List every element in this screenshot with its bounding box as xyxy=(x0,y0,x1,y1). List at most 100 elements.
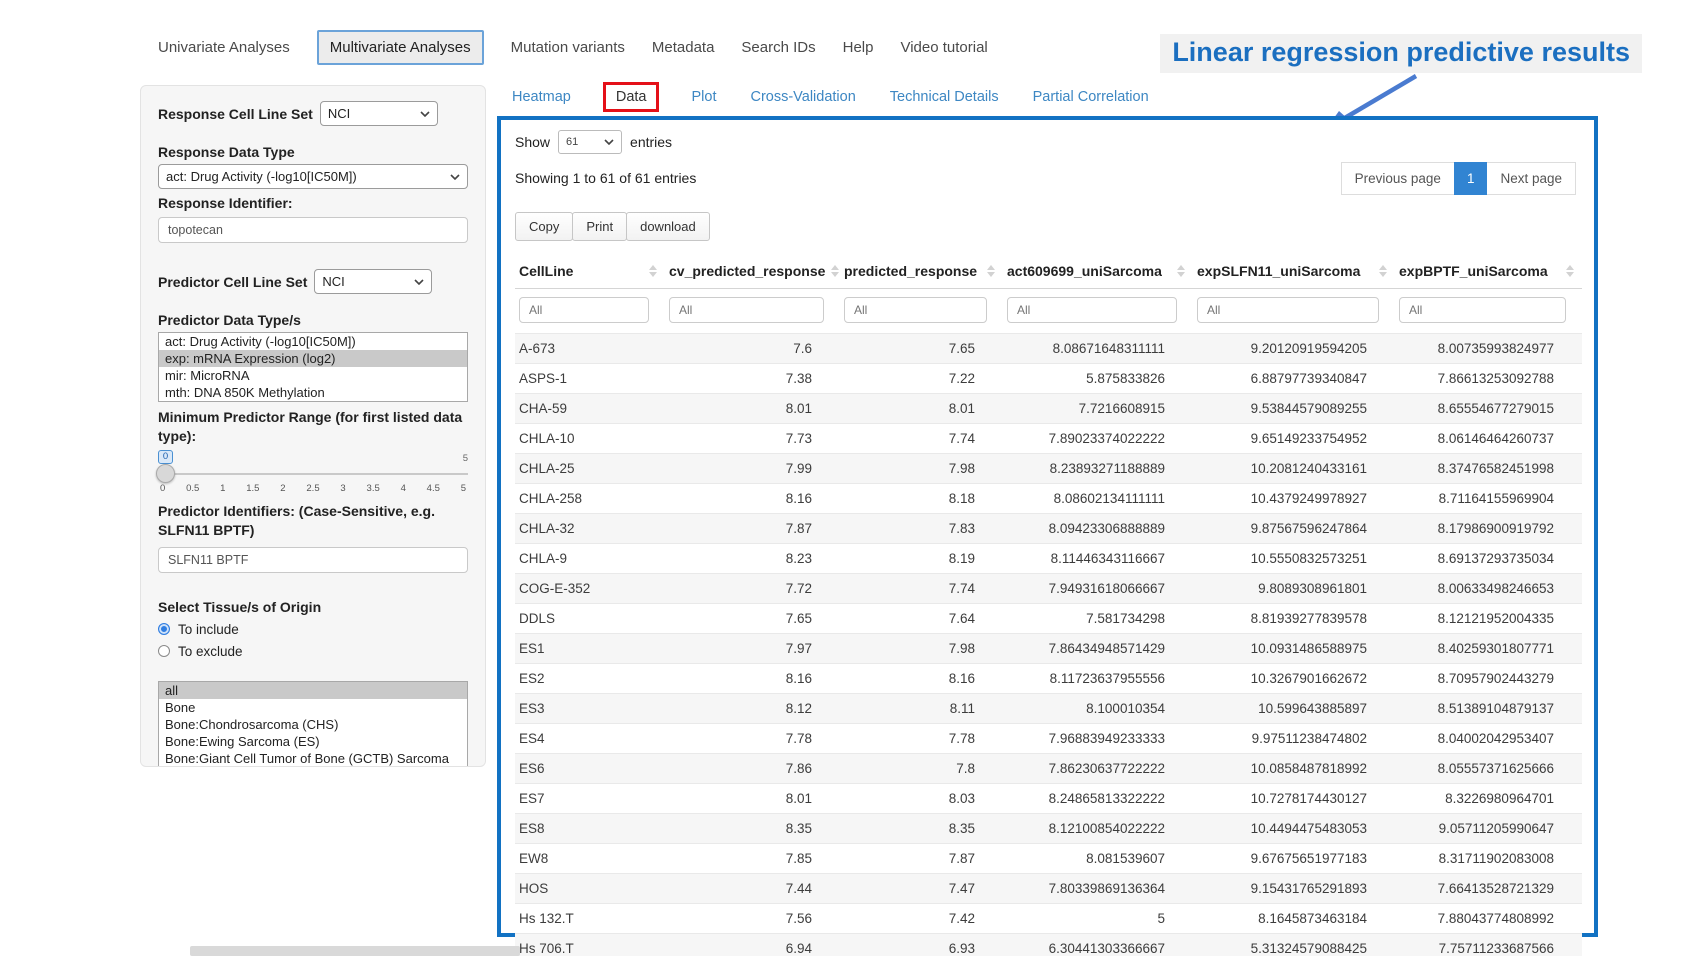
tissue-radio-to-include[interactable]: To include xyxy=(158,622,468,637)
cell-value: 8.12 xyxy=(665,694,840,724)
table-row[interactable]: DDLS7.657.647.5817342988.819392778395788… xyxy=(515,604,1582,634)
predictor-data-types-label: Predictor Data Type/s xyxy=(158,312,468,328)
table-row[interactable]: ES88.358.358.1210085402222210.4494475483… xyxy=(515,814,1582,844)
tab-cross-validation[interactable]: Cross-Validation xyxy=(750,89,855,105)
nav-item-metadata[interactable]: Metadata xyxy=(652,39,715,56)
column-header-cv-predicted-response[interactable]: cv_predicted_response xyxy=(665,255,840,289)
table-row[interactable]: COG-E-3527.727.747.949316180666679.80893… xyxy=(515,574,1582,604)
table-row[interactable]: ES17.977.987.8643494857142910.0931486588… xyxy=(515,634,1582,664)
table-row[interactable]: CHLA-327.877.838.094233068888899.8756759… xyxy=(515,514,1582,544)
cell-value: 9.53844579089255 xyxy=(1193,394,1395,424)
filter-input-act609699-unisarcoma[interactable] xyxy=(1007,297,1177,323)
response-identifier-input[interactable] xyxy=(158,217,468,243)
sort-icon[interactable] xyxy=(1379,265,1387,277)
sort-icon[interactable] xyxy=(649,265,657,277)
current-page-button[interactable]: 1 xyxy=(1454,162,1488,195)
previous-page-button[interactable]: Previous page xyxy=(1341,162,1454,195)
response-data-type-select[interactable]: act: Drug Activity (-log10[IC50M]) xyxy=(158,164,468,189)
cell-value: 7.83 xyxy=(840,514,1003,544)
table-row[interactable]: Hs 132.T7.567.4258.16458734631847.880437… xyxy=(515,904,1582,934)
slider-track[interactable] xyxy=(158,473,468,475)
cell-value: 8.11446343116667 xyxy=(1003,544,1193,574)
tissue-option-bone-ewing-sarcoma-es[interactable]: Bone:Ewing Sarcoma (ES) xyxy=(159,733,467,750)
predictor-identifiers-input[interactable] xyxy=(158,547,468,573)
predictor-data-types-listbox[interactable]: act: Drug Activity (-log10[IC50M])exp: m… xyxy=(158,332,468,402)
table-row[interactable]: CHLA-257.997.988.2389327118888910.208124… xyxy=(515,454,1582,484)
filter-input-predicted-response[interactable] xyxy=(844,297,987,323)
column-header-predicted-response[interactable]: predicted_response xyxy=(840,255,1003,289)
response-data-type-label: Response Data Type xyxy=(158,144,468,160)
cell-value: 10.0931486588975 xyxy=(1193,634,1395,664)
table-row[interactable]: ES28.168.168.1172363795555610.3267901662… xyxy=(515,664,1582,694)
sort-icon[interactable] xyxy=(831,265,839,277)
show-entries-select[interactable]: 61 xyxy=(558,130,622,154)
predictor-cell-line-set-select[interactable]: NCI xyxy=(314,269,432,294)
response-cell-line-set-select[interactable]: NCI xyxy=(320,101,438,126)
red-highlight-box: Data xyxy=(603,82,660,112)
tab-data[interactable]: Data xyxy=(616,89,647,105)
table-row[interactable]: ASPS-17.387.225.8758338266.8879773934084… xyxy=(515,364,1582,394)
nav-item-univariate-analyses[interactable]: Univariate Analyses xyxy=(158,39,290,56)
cell-value: 8.71164155969904 xyxy=(1395,484,1582,514)
sort-icon[interactable] xyxy=(1177,265,1185,277)
next-page-button[interactable]: Next page xyxy=(1487,162,1576,195)
cell-value: 8.01 xyxy=(665,784,840,814)
tab-technical-details[interactable]: Technical Details xyxy=(890,89,999,105)
table-row[interactable]: ES38.128.118.10001035410.5996438858978.5… xyxy=(515,694,1582,724)
cell-line-name: CHLA-32 xyxy=(515,514,665,544)
nav-item-mutation-variants[interactable]: Mutation variants xyxy=(511,39,625,56)
filter-input-expbptf-unisarcoma[interactable] xyxy=(1399,297,1566,323)
copy-button[interactable]: Copy xyxy=(515,212,573,241)
column-header-expslfn11-unisarcoma[interactable]: expSLFN11_uniSarcoma xyxy=(1193,255,1395,289)
table-row[interactable]: ES78.018.038.2486581332222210.7278174430… xyxy=(515,784,1582,814)
cell-line-name: ES1 xyxy=(515,634,665,664)
tissue-option-bone[interactable]: Bone xyxy=(159,699,467,716)
column-header-cellline[interactable]: CellLine xyxy=(515,255,665,289)
filter-input-cellline[interactable] xyxy=(519,297,649,323)
cell-value: 10.3267901662672 xyxy=(1193,664,1395,694)
nav-item-video-tutorial[interactable]: Video tutorial xyxy=(900,39,987,56)
tissue-option-bone-giant-cell-tumor-of-bone-gctb-sarcoma[interactable]: Bone:Giant Cell Tumor of Bone (GCTB) Sar… xyxy=(159,750,467,767)
sort-desc-arrow xyxy=(649,272,657,277)
predictor-type-option-exp-mrna-expression-log2[interactable]: exp: mRNA Expression (log2) xyxy=(159,350,467,367)
download-button[interactable]: download xyxy=(626,212,710,241)
table-row[interactable]: HOS7.447.477.803398691363649.15431765291… xyxy=(515,874,1582,904)
table-row[interactable]: CHLA-2588.168.188.0860213411111110.43792… xyxy=(515,484,1582,514)
cell-value: 7.65 xyxy=(665,604,840,634)
table-row[interactable]: EW87.857.878.0815396079.676756519771838.… xyxy=(515,844,1582,874)
nav-item-help[interactable]: Help xyxy=(843,39,874,56)
predictor-type-option-mir-microrna[interactable]: mir: MicroRNA xyxy=(159,367,467,384)
column-header-act609699-unisarcoma[interactable]: act609699_uniSarcoma xyxy=(1003,255,1193,289)
tissue-origin-radios: To include To exclude xyxy=(158,622,468,659)
table-row[interactable]: CHLA-98.238.198.1144634311666710.5550832… xyxy=(515,544,1582,574)
cell-value: 7.65 xyxy=(840,334,1003,364)
slider-handle[interactable] xyxy=(156,464,175,483)
predictor-type-option-act-drug-activity-log10-ic50m[interactable]: act: Drug Activity (-log10[IC50M]) xyxy=(159,333,467,350)
table-row[interactable]: Hs 706.T6.946.936.304413033666675.313245… xyxy=(515,934,1582,956)
cell-value: 7.72 xyxy=(665,574,840,604)
cell-value: 8.08602134111111 xyxy=(1003,484,1193,514)
table-row[interactable]: ES67.867.87.8623063772222210.08584878189… xyxy=(515,754,1582,784)
predictor-type-option-mth-dna-850k-methylation[interactable]: mth: DNA 850K Methylation xyxy=(159,384,467,401)
sort-icon[interactable] xyxy=(987,265,995,277)
print-button[interactable]: Print xyxy=(572,212,627,241)
table-row[interactable]: ES47.787.787.968839492333339.97511238474… xyxy=(515,724,1582,754)
sort-icon[interactable] xyxy=(1566,265,1574,277)
tissue-option-all[interactable]: all xyxy=(159,682,467,699)
table-row[interactable]: CHA-598.018.017.72166089159.538445790892… xyxy=(515,394,1582,424)
nav-item-search-ids[interactable]: Search IDs xyxy=(741,39,815,56)
show-entries-suffix: entries xyxy=(630,134,672,150)
filter-input-cv-predicted-response[interactable] xyxy=(669,297,824,323)
table-row[interactable]: CHLA-107.737.747.890233740222229.6514923… xyxy=(515,424,1582,454)
tissue-radio-to-exclude[interactable]: To exclude xyxy=(158,644,468,659)
tab-partial-correlation[interactable]: Partial Correlation xyxy=(1033,89,1149,105)
filter-cell-cv-predicted-response xyxy=(665,289,840,334)
nav-item-multivariate-analyses[interactable]: Multivariate Analyses xyxy=(317,30,484,65)
tab-heatmap[interactable]: Heatmap xyxy=(512,89,571,105)
tissue-origin-listbox[interactable]: allBoneBone:Chondrosarcoma (CHS)Bone:Ewi… xyxy=(158,681,468,767)
tissue-option-bone-chondrosarcoma-chs[interactable]: Bone:Chondrosarcoma (CHS) xyxy=(159,716,467,733)
column-header-expbptf-unisarcoma[interactable]: expBPTF_uniSarcoma xyxy=(1395,255,1582,289)
table-row[interactable]: A-6737.67.658.086716483111119.2012091959… xyxy=(515,334,1582,364)
filter-input-expslfn11-unisarcoma[interactable] xyxy=(1197,297,1379,323)
tab-plot[interactable]: Plot xyxy=(691,89,716,105)
